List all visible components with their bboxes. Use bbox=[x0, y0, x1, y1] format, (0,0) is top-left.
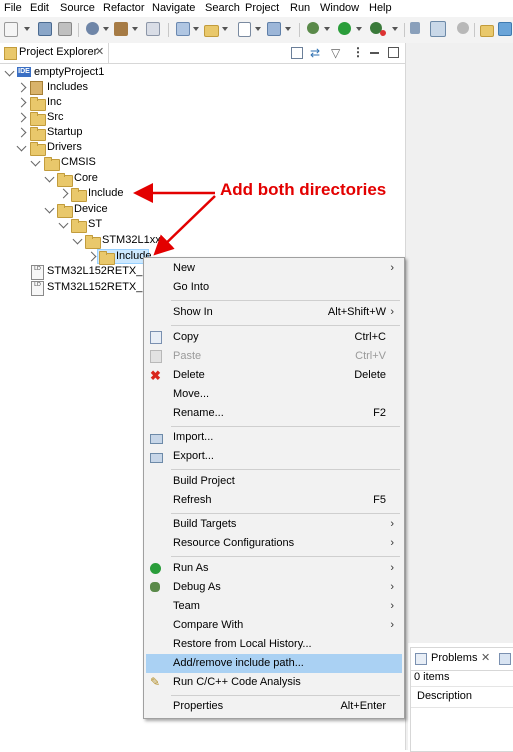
debug-icon bbox=[150, 582, 160, 592]
menu-item-build-targets[interactable]: Build Targets › bbox=[146, 515, 402, 534]
menu-item-move[interactable]: Move... bbox=[146, 385, 402, 404]
menu-item-restore-local-history[interactable]: Restore from Local History... bbox=[146, 635, 402, 654]
menu-item-refresh[interactable]: Refresh F5 bbox=[146, 491, 402, 510]
menu-item-new[interactable]: New › bbox=[146, 259, 402, 278]
submenu-arrow-icon: › bbox=[390, 619, 394, 631]
submenu-arrow-icon: › bbox=[390, 562, 394, 574]
menu-separator bbox=[171, 695, 400, 696]
menu-item-delete[interactable]: ✖ Delete Delete bbox=[146, 366, 402, 385]
submenu-arrow-icon: › bbox=[390, 262, 394, 274]
menu-item-team[interactable]: Team › bbox=[146, 597, 402, 616]
problems-table-header: Description bbox=[411, 686, 513, 708]
import-icon bbox=[150, 434, 163, 444]
menu-item-rename[interactable]: Rename... F2 bbox=[146, 404, 402, 423]
submenu-arrow-icon: › bbox=[390, 581, 394, 593]
export-icon bbox=[150, 453, 163, 463]
code-analysis-icon: ✎ bbox=[150, 675, 161, 689]
delete-icon: ✖ bbox=[150, 368, 161, 383]
menu-separator bbox=[171, 300, 400, 301]
paste-icon bbox=[150, 350, 162, 363]
menu-item-copy[interactable]: Copy Ctrl+C bbox=[146, 328, 402, 347]
annotation-arrow-device bbox=[153, 195, 216, 256]
copy-icon bbox=[150, 331, 162, 344]
problems-panel: Problems ✕ 0 items Description bbox=[410, 647, 513, 752]
menu-item-run-code-analysis[interactable]: ✎ Run C/C++ Code Analysis bbox=[146, 673, 402, 692]
menu-item-export[interactable]: Export... bbox=[146, 447, 402, 466]
menu-separator bbox=[171, 513, 400, 514]
menu-item-properties[interactable]: Properties Alt+Enter bbox=[146, 697, 402, 716]
column-header-description[interactable]: Description bbox=[417, 690, 472, 702]
menu-item-run-as[interactable]: Run As › bbox=[146, 559, 402, 578]
context-menu: New › Go Into Show In Alt+Shift+W › Copy Ctr… bbox=[143, 257, 405, 719]
menu-separator bbox=[171, 469, 400, 470]
menu-item-add-remove-include-path[interactable]: Add/remove include path... bbox=[146, 654, 402, 673]
problems-icon bbox=[415, 653, 427, 665]
submenu-arrow-icon: › bbox=[390, 306, 394, 318]
problems-tabbar: Problems ✕ bbox=[411, 648, 513, 671]
submenu-arrow-icon: › bbox=[390, 537, 394, 549]
menu-item-debug-as[interactable]: Debug As › bbox=[146, 578, 402, 597]
menu-item-go-into[interactable]: Go Into bbox=[146, 278, 402, 297]
menu-separator bbox=[171, 426, 400, 427]
menu-item-show-in[interactable]: Show In Alt+Shift+W › bbox=[146, 303, 402, 322]
menu-separator bbox=[171, 325, 400, 326]
menu-item-compare-with[interactable]: Compare With › bbox=[146, 616, 402, 635]
close-icon[interactable]: ✕ bbox=[481, 651, 490, 664]
problems-count: 0 items bbox=[414, 671, 450, 683]
menu-item-paste[interactable]: Paste Ctrl+V bbox=[146, 347, 402, 366]
menu-item-resource-configurations[interactable]: Resource Configurations › bbox=[146, 534, 402, 553]
problems-tab[interactable]: Problems bbox=[431, 652, 477, 664]
menu-item-import[interactable]: Import... bbox=[146, 428, 402, 447]
other-view-tab-icon[interactable] bbox=[499, 653, 511, 665]
submenu-arrow-icon: › bbox=[390, 600, 394, 612]
submenu-arrow-icon: › bbox=[390, 518, 394, 530]
run-icon bbox=[150, 563, 161, 574]
menu-item-build-project[interactable]: Build Project bbox=[146, 472, 402, 491]
menu-separator bbox=[171, 556, 400, 557]
